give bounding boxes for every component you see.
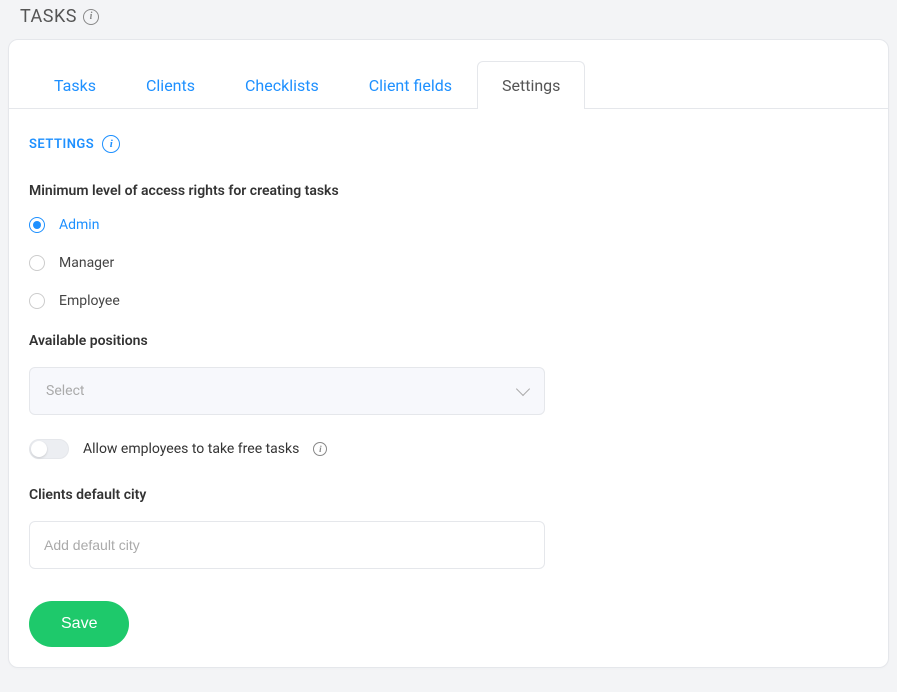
access-level-label: Minimum level of access rights for creat… bbox=[29, 183, 868, 199]
page-title: TASKS bbox=[20, 6, 77, 27]
allow-free-tasks-label: Allow employees to take free tasks bbox=[83, 441, 299, 457]
positions-block: Available positions Select bbox=[29, 333, 868, 415]
access-level-block: Minimum level of access rights for creat… bbox=[29, 183, 868, 309]
access-level-radio-group: Admin Manager Employee bbox=[29, 217, 868, 309]
allow-free-tasks-row: Allow employees to take free tasks i bbox=[29, 439, 868, 459]
page-header: TASKS i bbox=[0, 0, 897, 39]
tab-settings[interactable]: Settings bbox=[477, 61, 585, 109]
tab-tasks[interactable]: Tasks bbox=[29, 61, 121, 109]
settings-panel: SETTINGS i Minimum level of access right… bbox=[9, 109, 888, 667]
settings-card: Tasks Clients Checklists Client fields S… bbox=[8, 39, 889, 668]
tab-bar: Tasks Clients Checklists Client fields S… bbox=[9, 60, 888, 109]
positions-label: Available positions bbox=[29, 333, 868, 349]
default-city-block: Clients default city bbox=[29, 487, 868, 569]
radio-manager[interactable]: Manager bbox=[29, 255, 868, 271]
info-icon[interactable]: i bbox=[313, 442, 327, 456]
positions-select[interactable]: Select bbox=[29, 367, 545, 415]
section-header: SETTINGS i bbox=[29, 135, 868, 153]
radio-icon bbox=[29, 293, 45, 309]
toggle-knob bbox=[31, 441, 47, 457]
tab-client-fields[interactable]: Client fields bbox=[344, 61, 477, 109]
save-button[interactable]: Save bbox=[29, 601, 129, 647]
tab-clients[interactable]: Clients bbox=[121, 61, 220, 109]
default-city-input[interactable] bbox=[29, 521, 545, 569]
radio-label: Manager bbox=[59, 255, 114, 271]
default-city-label: Clients default city bbox=[29, 487, 868, 503]
section-title: SETTINGS bbox=[29, 137, 94, 152]
info-icon[interactable]: i bbox=[83, 9, 99, 25]
radio-icon bbox=[29, 255, 45, 271]
radio-label: Admin bbox=[59, 217, 99, 233]
radio-employee[interactable]: Employee bbox=[29, 293, 868, 309]
radio-label: Employee bbox=[59, 293, 120, 309]
chevron-down-icon bbox=[516, 382, 530, 396]
allow-free-tasks-toggle[interactable] bbox=[29, 439, 69, 459]
radio-icon bbox=[29, 217, 45, 233]
radio-admin[interactable]: Admin bbox=[29, 217, 868, 233]
info-icon[interactable]: i bbox=[102, 135, 120, 153]
positions-placeholder: Select bbox=[46, 383, 84, 399]
tab-checklists[interactable]: Checklists bbox=[220, 61, 344, 109]
